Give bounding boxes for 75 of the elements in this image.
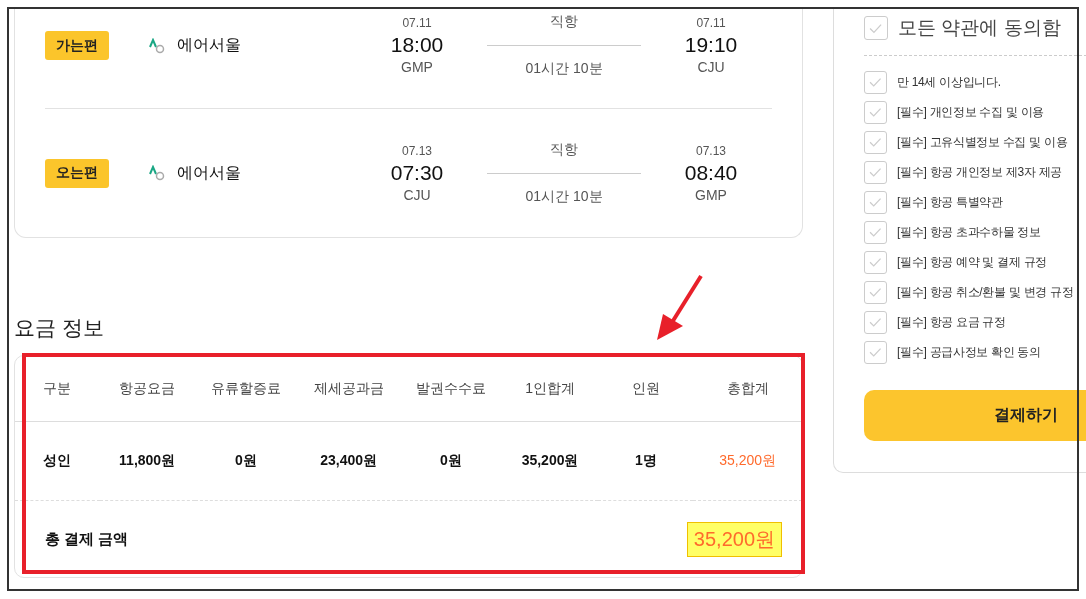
arrival-date: 07.13 bbox=[696, 143, 726, 158]
arrival-time: 19:10 bbox=[684, 33, 738, 57]
column-header: 발권수수료 bbox=[400, 356, 502, 422]
check-icon bbox=[869, 227, 882, 238]
agreement-label: [필수] 공급사정보 확인 동의 bbox=[897, 344, 1041, 361]
checkbox[interactable] bbox=[864, 71, 887, 94]
total-amount: 35,200원 bbox=[686, 521, 782, 557]
check-icon bbox=[869, 167, 882, 178]
check-icon bbox=[869, 22, 883, 34]
check-icon bbox=[869, 137, 882, 148]
table-cell: 성인 bbox=[15, 421, 100, 501]
table-cell: 35,200원 bbox=[693, 421, 802, 501]
airline-logo-icon bbox=[149, 165, 165, 181]
check-icon bbox=[869, 197, 882, 208]
arrival-airport: CJU bbox=[697, 59, 725, 75]
departure-date: 07.11 bbox=[402, 16, 432, 30]
agree-all-label: 모든 약관에 동의함 bbox=[898, 16, 1061, 40]
check-icon bbox=[869, 257, 882, 268]
table-cell: 11,800원 bbox=[99, 421, 195, 501]
check-icon bbox=[869, 77, 882, 88]
airline-logo-icon bbox=[149, 37, 165, 54]
checkbox[interactable] bbox=[864, 191, 887, 214]
agreement-label: [필수] 항공 요금 규정 bbox=[897, 314, 1006, 331]
column-header: 구분 bbox=[15, 356, 100, 422]
checkbox[interactable] bbox=[864, 101, 887, 124]
check-icon bbox=[869, 317, 882, 328]
checkbox[interactable] bbox=[864, 131, 887, 154]
section-title: 요금 정보 bbox=[14, 315, 105, 341]
agreement-label: [필수] 개인정보 수집 및 이용 bbox=[897, 104, 1044, 121]
column-header: 인원 bbox=[598, 356, 694, 422]
arrival-time: 08:40 bbox=[684, 160, 738, 185]
departure-time: 18:00 bbox=[390, 33, 444, 57]
pay-button[interactable]: 결제하기 bbox=[864, 390, 1086, 441]
checkbox[interactable] bbox=[864, 341, 887, 364]
agreement-label: [필수] 항공 취소/환불 및 변경 규정 bbox=[897, 284, 1074, 301]
table-cell: 1명 bbox=[598, 421, 694, 501]
check-icon bbox=[869, 287, 882, 298]
table-cell: 0원 bbox=[194, 421, 298, 501]
agreement-label: [필수] 항공 초과수하물 정보 bbox=[897, 224, 1041, 241]
departure-airport: CJU bbox=[403, 186, 431, 203]
arrival-airport: GMP bbox=[695, 186, 727, 203]
flight-duration: 01시간 10분 bbox=[525, 187, 603, 206]
column-header: 유류할증료 bbox=[194, 356, 298, 422]
check-icon bbox=[869, 107, 882, 118]
table-cell: 23,400원 bbox=[297, 421, 400, 501]
checkbox[interactable] bbox=[864, 16, 888, 40]
direction-badge: 오는편 bbox=[45, 158, 109, 188]
agreement-label: [필수] 항공 개인정보 제3자 제공 bbox=[897, 164, 1062, 181]
flight-duration: 01시간 10분 bbox=[525, 60, 603, 78]
departure-time: 07:30 bbox=[390, 160, 444, 185]
checkbox[interactable] bbox=[864, 161, 887, 184]
column-header: 1인합계 bbox=[501, 356, 599, 422]
direction-badge: 가는편 bbox=[45, 31, 109, 60]
checkbox[interactable] bbox=[864, 281, 887, 304]
departure-date: 07.13 bbox=[402, 143, 432, 158]
agreement-label: [필수] 항공 예약 및 결제 규정 bbox=[897, 254, 1047, 271]
check-icon bbox=[869, 347, 882, 358]
checkbox[interactable] bbox=[864, 251, 887, 274]
column-header: 제세공과금 bbox=[297, 356, 400, 422]
table-cell: 35,200원 bbox=[501, 421, 599, 501]
table-cell: 0원 bbox=[400, 421, 502, 501]
agreement-label: 만 14세 이상입니다. bbox=[897, 74, 1001, 91]
route-type: 직항 bbox=[550, 13, 578, 31]
agreement-label: [필수] 고유식별정보 수집 및 이용 bbox=[897, 134, 1068, 151]
column-header: 항공요금 bbox=[99, 356, 195, 422]
departure-airport: GMP bbox=[401, 59, 433, 75]
checkbox[interactable] bbox=[864, 311, 887, 334]
column-header: 총합계 bbox=[693, 356, 802, 422]
route-type: 직항 bbox=[550, 140, 578, 159]
total-label: 총 결제 금액 bbox=[45, 529, 129, 549]
arrival-date: 07.11 bbox=[696, 16, 726, 30]
airline-name: 에어서울 bbox=[177, 162, 242, 183]
airline-name: 에어서울 bbox=[177, 35, 242, 55]
checkbox[interactable] bbox=[864, 221, 887, 244]
agreement-label: [필수] 항공 특별약관 bbox=[897, 194, 1003, 211]
